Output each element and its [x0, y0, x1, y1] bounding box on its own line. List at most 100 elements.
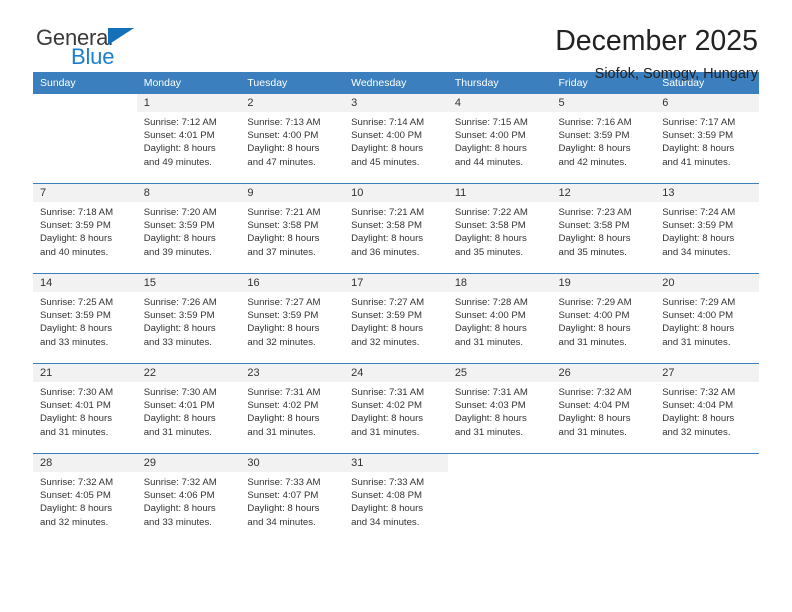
day-details: Sunrise: 7:20 AM Sunset: 3:59 PM Daylight:…: [137, 202, 241, 259]
calendar-day-cell[interactable]: 4 Sunrise: 7:15 AM Sunset: 4:00 PM Daylight…: [447, 94, 552, 184]
calendar-day-cell[interactable]: 19 Sunrise: 7:29 AM Sunset: 4:00 PM Dayligh…: [551, 273, 656, 364]
daylight-text-line2: and 34 minutes.: [351, 516, 420, 528]
sunrise-text: Sunrise: 7:20 AM: [143, 207, 217, 218]
calendar-day-cell[interactable]: 8 Sunrise: 7:20 AM Sunset: 3:59 PM Daylight…: [136, 183, 241, 274]
sunset-text: Sunset: 3:59 PM: [143, 220, 215, 232]
calendar-day-cell[interactable]: 12 Sunrise: 7:23 AM Sunset: 3:58 PM Dayligh…: [551, 183, 656, 274]
daylight-text-line2: and 35 minutes.: [558, 246, 627, 258]
day-details: Sunrise: 7:33 AM Sunset: 4:07 PM Daylight:…: [240, 472, 344, 529]
calendar-day-cell[interactable]: 22 Sunrise: 7:30 AM Sunset: 4:01 PM Dayligh…: [136, 363, 241, 454]
sunrise-text: Sunrise: 7:29 AM: [662, 297, 736, 308]
sunset-text: Sunset: 4:00 PM: [558, 310, 630, 322]
daylight-text-line2: and 33 minutes.: [40, 336, 109, 348]
calendar-page: General Blue December 2025 Siofok, Somog…: [0, 0, 792, 612]
calendar-day-cell[interactable]: 13 Sunrise: 7:24 AM Sunset: 3:59 PM Dayligh…: [655, 183, 759, 274]
daylight-text-line2: and 37 minutes.: [247, 246, 316, 258]
day-number: 3: [344, 94, 448, 112]
day-number: 17: [344, 274, 448, 292]
daylight-text-line1: Daylight: 8 hours: [143, 503, 216, 515]
sunrise-text: Sunrise: 7:21 AM: [351, 207, 425, 218]
day-details: Sunrise: 7:15 AM Sunset: 4:00 PM Daylight:…: [448, 112, 552, 169]
day-number: 23: [240, 364, 345, 382]
sunrise-text: Sunrise: 7:30 AM: [143, 387, 217, 398]
day-details: Sunrise: 7:31 AM Sunset: 4:02 PM Daylight:…: [344, 382, 448, 439]
day-number: 8: [136, 184, 241, 202]
daylight-text-line2: and 34 minutes.: [247, 516, 316, 528]
day-details: Sunrise: 7:21 AM Sunset: 3:58 PM Daylight:…: [240, 202, 344, 259]
daylight-text-line1: Daylight: 8 hours: [662, 413, 735, 425]
calendar-day-cell[interactable]: 27 Sunrise: 7:32 AM Sunset: 4:04 PM Dayligh…: [655, 363, 759, 454]
sunset-text: Sunset: 4:04 PM: [662, 400, 734, 412]
sunrise-text: Sunrise: 7:12 AM: [143, 117, 217, 128]
calendar-day-cell[interactable]: 1 Sunrise: 7:12 AM Sunset: 4:01 PM Daylight…: [136, 94, 241, 184]
sunrise-text: Sunrise: 7:31 AM: [351, 387, 425, 398]
daylight-text-line2: and 34 minutes.: [662, 246, 731, 258]
calendar-day-cell[interactable]: 26 Sunrise: 7:32 AM Sunset: 4:04 PM Dayligh…: [551, 363, 656, 454]
calendar-day-cell[interactable]: 2 Sunrise: 7:13 AM Sunset: 4:00 PM Daylight…: [240, 94, 345, 184]
sunset-text: Sunset: 4:02 PM: [351, 400, 423, 412]
general-blue-logo[interactable]: General Blue: [33, 27, 206, 68]
calendar-day-cell[interactable]: 14 Sunrise: 7:25 AM Sunset: 3:59 PM Dayligh…: [33, 273, 137, 364]
calendar-day-cell[interactable]: 6 Sunrise: 7:17 AM Sunset: 3:59 PM Daylight…: [655, 94, 759, 184]
calendar-day-cell[interactable]: 30 Sunrise: 7:33 AM Sunset: 4:07 PM Dayligh…: [240, 453, 345, 543]
calendar-day-cell[interactable]: 29 Sunrise: 7:32 AM Sunset: 4:06 PM Dayligh…: [136, 453, 241, 543]
sunrise-text: Sunrise: 7:23 AM: [558, 207, 632, 218]
sunrise-text: Sunrise: 7:22 AM: [454, 207, 528, 218]
daylight-text-line2: and 31 minutes.: [351, 426, 420, 438]
day-details: Sunrise: 7:21 AM Sunset: 3:58 PM Daylight:…: [344, 202, 448, 259]
weekday-header-sunday: Sunday: [33, 72, 137, 94]
sunset-text: Sunset: 4:07 PM: [247, 490, 319, 502]
daylight-text-line1: Daylight: 8 hours: [247, 233, 320, 245]
calendar-day-cell[interactable]: 18 Sunrise: 7:28 AM Sunset: 4:00 PM Dayligh…: [447, 273, 552, 364]
daylight-text-line2: and 31 minutes.: [558, 426, 627, 438]
sunset-text: Sunset: 3:59 PM: [40, 220, 111, 232]
calendar-day-cell[interactable]: 21 Sunrise: 7:30 AM Sunset: 4:01 PM Dayligh…: [33, 363, 137, 454]
day-details: Sunrise: 7:31 AM Sunset: 4:02 PM Daylight:…: [240, 382, 344, 439]
calendar-day-cell[interactable]: 11 Sunrise: 7:22 AM Sunset: 3:58 PM Dayligh…: [447, 183, 552, 274]
calendar-day-cell[interactable]: 17 Sunrise: 7:27 AM Sunset: 3:59 PM Dayligh…: [344, 273, 448, 364]
sunrise-text: Sunrise: 7:28 AM: [454, 297, 528, 308]
daylight-text-line2: and 31 minutes.: [662, 336, 731, 348]
calendar-day-cell[interactable]: 23 Sunrise: 7:31 AM Sunset: 4:02 PM Dayligh…: [240, 363, 345, 454]
sunset-text: Sunset: 3:59 PM: [662, 130, 734, 142]
daylight-text-line2: and 41 minutes.: [662, 156, 731, 168]
daylight-text-line1: Daylight: 8 hours: [143, 233, 216, 245]
daylight-text-line1: Daylight: 8 hours: [662, 143, 735, 155]
day-details: Sunrise: 7:31 AM Sunset: 4:03 PM Daylight:…: [448, 382, 552, 439]
daylight-text-line1: Daylight: 8 hours: [40, 233, 112, 245]
sunset-text: Sunset: 4:04 PM: [558, 400, 630, 412]
daylight-text-line1: Daylight: 8 hours: [351, 143, 424, 155]
daylight-text-line1: Daylight: 8 hours: [662, 233, 735, 245]
sunrise-text: Sunrise: 7:32 AM: [40, 477, 114, 488]
sunset-text: Sunset: 4:08 PM: [351, 490, 423, 502]
page-title: December 2025: [555, 25, 758, 57]
calendar-day-cell[interactable]: 20 Sunrise: 7:29 AM Sunset: 4:00 PM Dayligh…: [655, 273, 759, 364]
day-number: 25: [447, 364, 552, 382]
day-details: Sunrise: 7:33 AM Sunset: 4:08 PM Daylight:…: [344, 472, 448, 529]
daylight-text-line1: Daylight: 8 hours: [454, 413, 527, 425]
day-details: Sunrise: 7:27 AM Sunset: 3:59 PM Daylight:…: [344, 292, 448, 349]
calendar-day-cell[interactable]: 31 Sunrise: 7:33 AM Sunset: 4:08 PM Dayligh…: [344, 453, 448, 543]
daylight-text-line2: and 31 minutes.: [454, 336, 524, 348]
day-number: [655, 454, 759, 472]
daylight-text-line2: and 33 minutes.: [143, 516, 212, 528]
calendar-day-cell[interactable]: 3 Sunrise: 7:14 AM Sunset: 4:00 PM Daylight…: [344, 94, 448, 184]
calendar-day-cell[interactable]: 24 Sunrise: 7:31 AM Sunset: 4:02 PM Dayligh…: [344, 363, 448, 454]
day-number: 26: [551, 364, 656, 382]
day-number: 5: [551, 94, 656, 112]
calendar-day-cell[interactable]: 5 Sunrise: 7:16 AM Sunset: 3:59 PM Daylight…: [551, 94, 656, 184]
day-details: Sunrise: 7:30 AM Sunset: 4:01 PM Daylight:…: [137, 382, 241, 439]
calendar-day-cell[interactable]: 16 Sunrise: 7:27 AM Sunset: 3:59 PM Dayligh…: [240, 273, 345, 364]
daylight-text-line2: and 42 minutes.: [558, 156, 627, 168]
calendar-day-cell[interactable]: 7 Sunrise: 7:18 AM Sunset: 3:59 PM Daylight…: [33, 183, 137, 274]
calendar-day-cell[interactable]: 28 Sunrise: 7:32 AM Sunset: 4:05 PM Dayligh…: [33, 453, 137, 543]
calendar-day-cell[interactable]: 10 Sunrise: 7:21 AM Sunset: 3:58 PM Dayligh…: [344, 183, 448, 274]
day-details: Sunrise: 7:26 AM Sunset: 3:59 PM Daylight:…: [137, 292, 241, 349]
calendar-day-cell[interactable]: 25 Sunrise: 7:31 AM Sunset: 4:03 PM Dayligh…: [447, 363, 552, 454]
day-details: Sunrise: 7:30 AM Sunset: 4:01 PM Daylight:…: [33, 382, 137, 439]
calendar-day-cell[interactable]: 9 Sunrise: 7:21 AM Sunset: 3:58 PM Daylight…: [240, 183, 345, 274]
day-number: 18: [447, 274, 552, 292]
calendar-day-cell[interactable]: 15 Sunrise: 7:26 AM Sunset: 3:59 PM Dayligh…: [136, 273, 241, 364]
day-number: 24: [344, 364, 448, 382]
day-details: Sunrise: 7:32 AM Sunset: 4:05 PM Daylight:…: [33, 472, 137, 529]
